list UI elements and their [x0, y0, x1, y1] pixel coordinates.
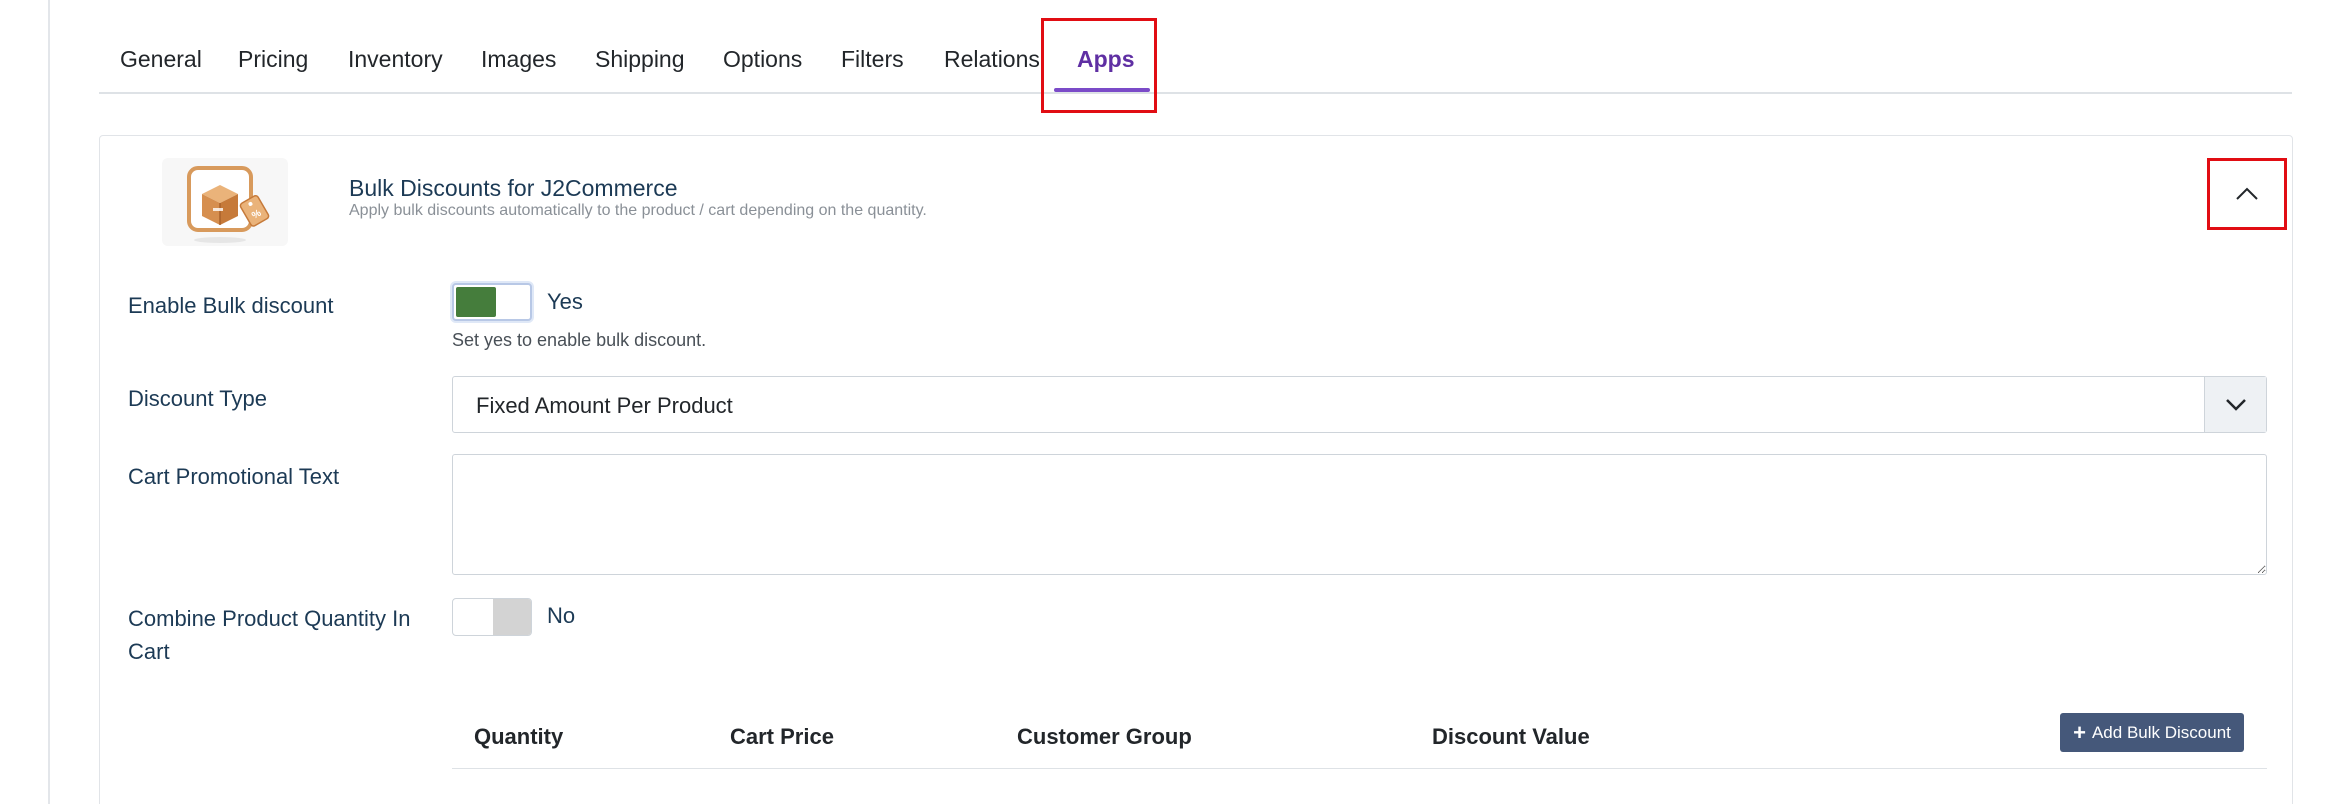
toggle-on-fill — [456, 287, 496, 317]
enable-bulk-toggle[interactable] — [452, 283, 532, 321]
column-header-discount-value: Discount Value — [1432, 724, 1590, 749]
cart-promo-textarea[interactable] — [452, 454, 2267, 575]
tab-general[interactable]: General — [120, 46, 202, 73]
cart-promo-label: Cart Promotional Text — [128, 464, 340, 489]
tab-pricing[interactable]: Pricing — [238, 46, 308, 73]
tab-filters[interactable]: Filters — [841, 46, 904, 73]
enable-bulk-help: Set yes to enable bulk discount. — [452, 330, 707, 350]
column-header-quantity: Quantity — [474, 724, 564, 749]
app-title: Bulk Discounts for J2Commerce — [349, 175, 678, 201]
table-header-divider — [452, 768, 2267, 769]
combine-qty-value: No — [547, 603, 576, 628]
discount-type-label: Discount Type — [128, 386, 268, 411]
combine-qty-label: Combine Product Quantity In Cart — [128, 602, 410, 668]
collapse-button[interactable] — [2207, 158, 2287, 230]
combine-qty-label-line1: Combine Product Quantity In — [128, 606, 411, 631]
add-bulk-discount-label: Add Bulk Discount — [2091, 722, 2231, 742]
toggle-off-fill — [493, 599, 531, 635]
tab-relations[interactable]: Relations — [944, 46, 1040, 73]
enable-bulk-label: Enable Bulk discount — [128, 293, 334, 318]
add-bulk-discount-button[interactable]: + Add Bulk Discount — [2060, 713, 2244, 752]
discount-type-select[interactable]: Fixed Amount Per Product — [452, 376, 2267, 433]
discount-type-value: Fixed Amount Per Product — [476, 393, 733, 418]
column-header-cart-price: Cart Price — [730, 724, 834, 749]
chevron-down-icon — [2204, 377, 2266, 432]
apps-tab-highlight — [1041, 18, 1157, 113]
tab-options[interactable]: Options — [723, 46, 802, 73]
enable-bulk-value: Yes — [547, 289, 583, 314]
combine-qty-toggle[interactable] — [452, 598, 532, 636]
plus-icon: + — [2073, 719, 2086, 745]
product-tabs: General Pricing Inventory Images Shippin… — [99, 0, 2292, 94]
tab-inventory[interactable]: Inventory — [348, 46, 443, 73]
column-header-customer-group: Customer Group — [1017, 724, 1192, 749]
tab-images[interactable]: Images — [481, 46, 556, 73]
app-description: Apply bulk discounts automatically to th… — [349, 202, 927, 219]
combine-qty-label-line2: Cart — [128, 639, 170, 664]
box-discount-icon: % — [162, 158, 288, 246]
chevron-up-icon — [2236, 187, 2258, 200]
tab-shipping[interactable]: Shipping — [595, 46, 685, 73]
page-left-border — [48, 0, 50, 804]
